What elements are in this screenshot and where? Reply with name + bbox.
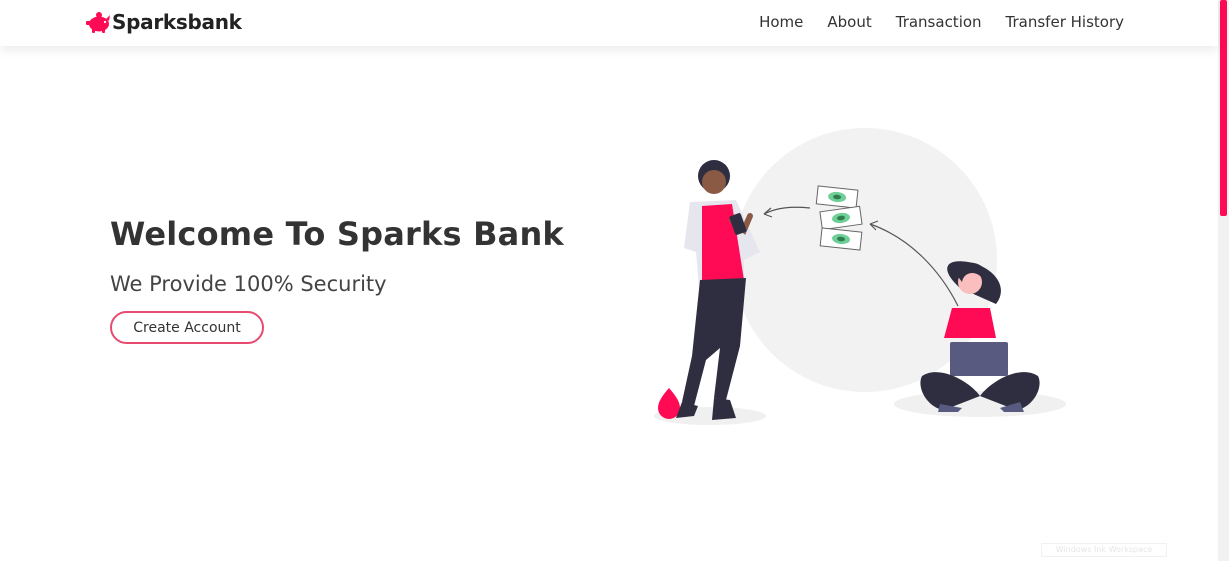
hero-subtitle: We Provide 100% Security (110, 272, 387, 296)
nav-home[interactable]: Home (759, 13, 803, 31)
create-account-button[interactable]: Create Account (110, 311, 264, 344)
watermark-text: Windows Ink Workspace (1041, 543, 1167, 557)
scrollbar-thumb[interactable] (1220, 0, 1227, 216)
hero-title: Welcome To Sparks Bank (110, 215, 564, 253)
brand-link[interactable]: Sparksbank (86, 8, 242, 36)
nav-menu: Home About Transaction Transfer History (735, 0, 1124, 44)
piggy-bank-icon (86, 9, 112, 35)
nav-transfer-history[interactable]: Transfer History (1006, 13, 1124, 31)
brand-name: Sparksbank (112, 10, 242, 34)
navbar: Sparksbank Home About Transaction Transf… (0, 0, 1218, 46)
hero-illustration (640, 120, 1080, 440)
nav-transaction[interactable]: Transaction (896, 13, 982, 31)
nav-about[interactable]: About (827, 13, 871, 31)
